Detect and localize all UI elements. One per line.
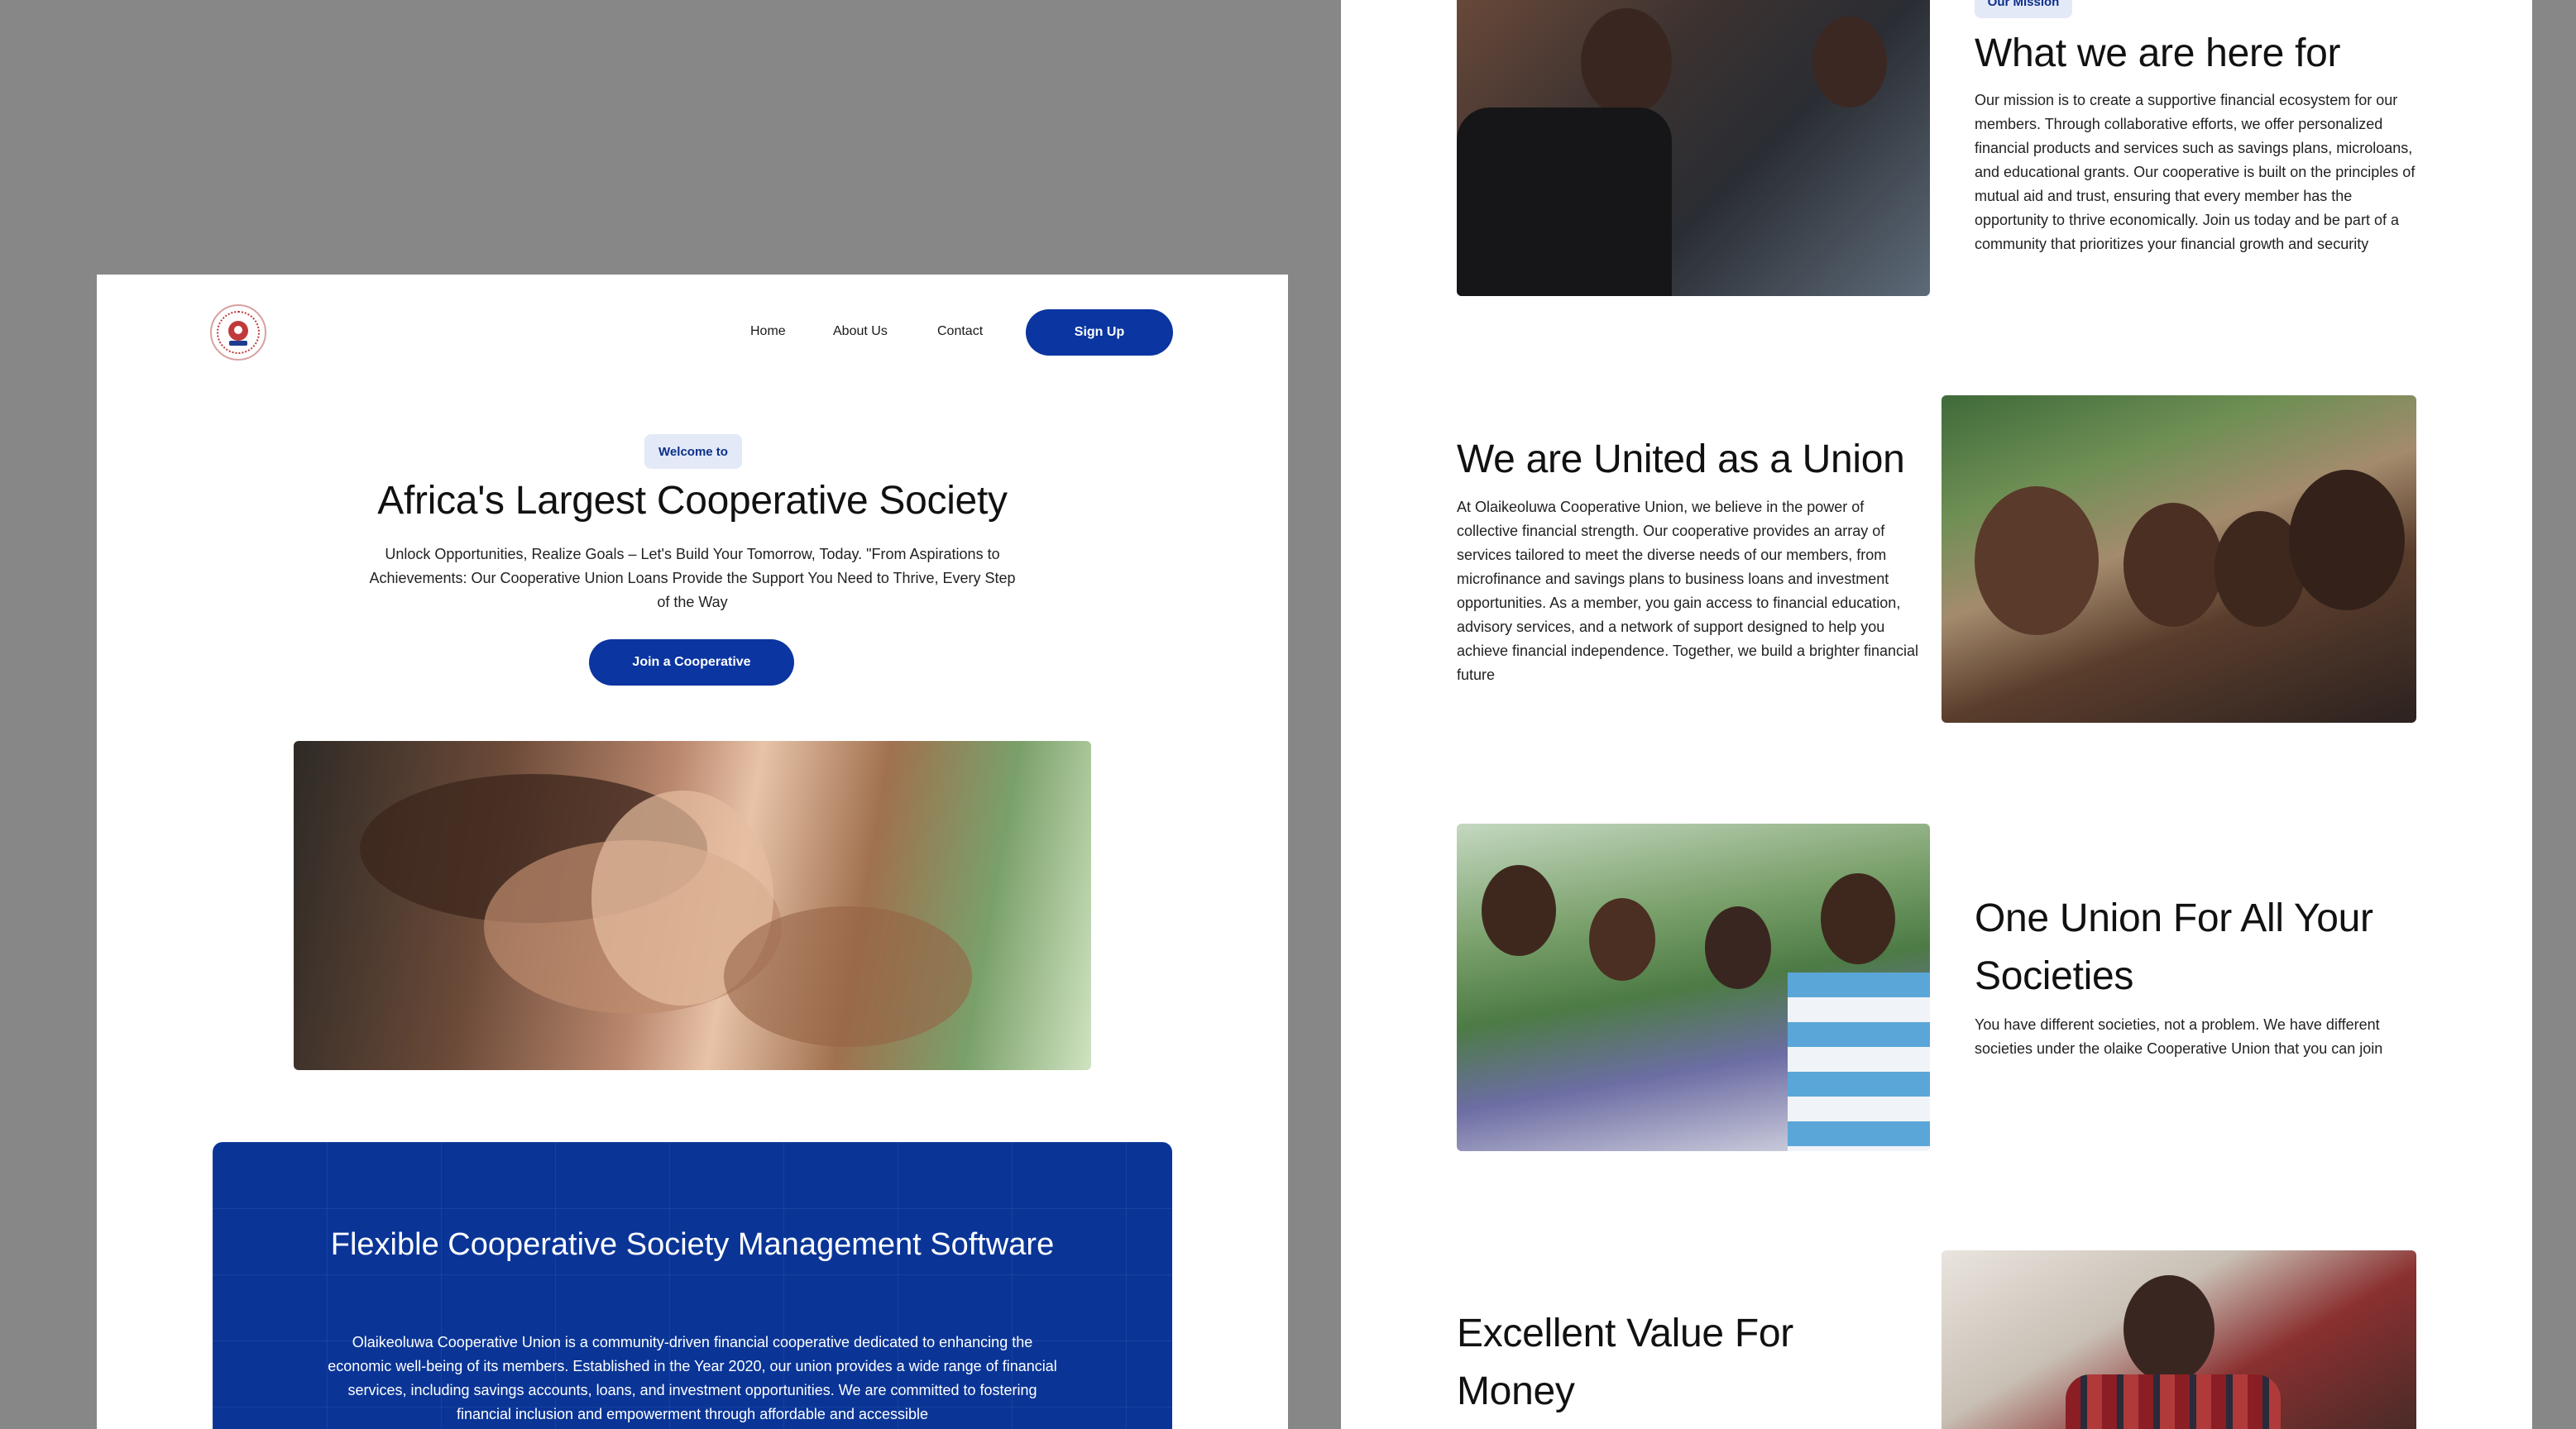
value-title: Excellent Value For Money (1457, 1312, 1793, 1413)
software-card: Flexible Cooperative Society Management … (213, 1142, 1172, 1429)
striped-shirt (1788, 973, 1930, 1151)
person-head (2124, 1275, 2214, 1383)
person-head (1821, 873, 1895, 964)
welcome-badge: Welcome to (644, 434, 742, 469)
united-title: We are United as a Union (1457, 437, 1905, 481)
signup-button[interactable]: Sign Up (1026, 309, 1173, 356)
one-union-body: You have different societies, not a prob… (1975, 1016, 2383, 1057)
united-body: At Olaikeoluwa Cooperative Union, we bel… (1457, 499, 1919, 683)
nav-contact-link[interactable]: Contact (937, 324, 983, 339)
person-silhouette (1457, 108, 1672, 296)
join-cooperative-button[interactable]: Join a Cooperative (589, 639, 794, 686)
mission-title: What we are here for (1975, 31, 2341, 75)
one-union-title: One Union For All Your Societies (1975, 896, 2373, 998)
person-head (1812, 17, 1887, 108)
union-group-photo (1942, 395, 2416, 723)
hero-subtitle: Unlock Opportunities, Realize Goals – Le… (369, 546, 1016, 610)
software-card-title: Flexible Cooperative Society Management … (330, 1227, 1055, 1262)
hand-shape (724, 906, 972, 1047)
nav-home-link[interactable]: Home (750, 324, 786, 339)
woman-with-phone-photo (1942, 1250, 2416, 1429)
landing-page-left: Home About Us Contact Sign Up Welcome to… (97, 275, 1288, 1429)
mission-body: Our mission is to create a supportive fi… (1975, 92, 2416, 252)
person-head (1589, 898, 1655, 981)
logo-emblem (228, 321, 248, 341)
hero-title: Africa's Largest Cooperative Society (377, 479, 1008, 523)
nav-about-link[interactable]: About Us (833, 324, 888, 339)
landing-page-right: Our Mission What we are here for Our mis… (1341, 0, 2532, 1429)
person-head (1581, 8, 1672, 116)
software-card-body: Olaikeoluwa Cooperative Union is a commu… (328, 1334, 1057, 1422)
meeting-photo (1457, 0, 1930, 296)
person-head (1482, 865, 1556, 956)
plaid-shirt (2066, 1374, 2281, 1429)
cooperative-logo[interactable] (210, 304, 266, 361)
members-with-phones-photo (1457, 824, 1930, 1151)
person-head (1705, 906, 1771, 989)
hands-together-image (294, 741, 1091, 1070)
person-head (1975, 486, 2099, 635)
mission-badge: Our Mission (1975, 0, 2072, 18)
person-head (2289, 470, 2405, 610)
logo-ribbon (229, 341, 247, 346)
person-head (2124, 503, 2223, 627)
